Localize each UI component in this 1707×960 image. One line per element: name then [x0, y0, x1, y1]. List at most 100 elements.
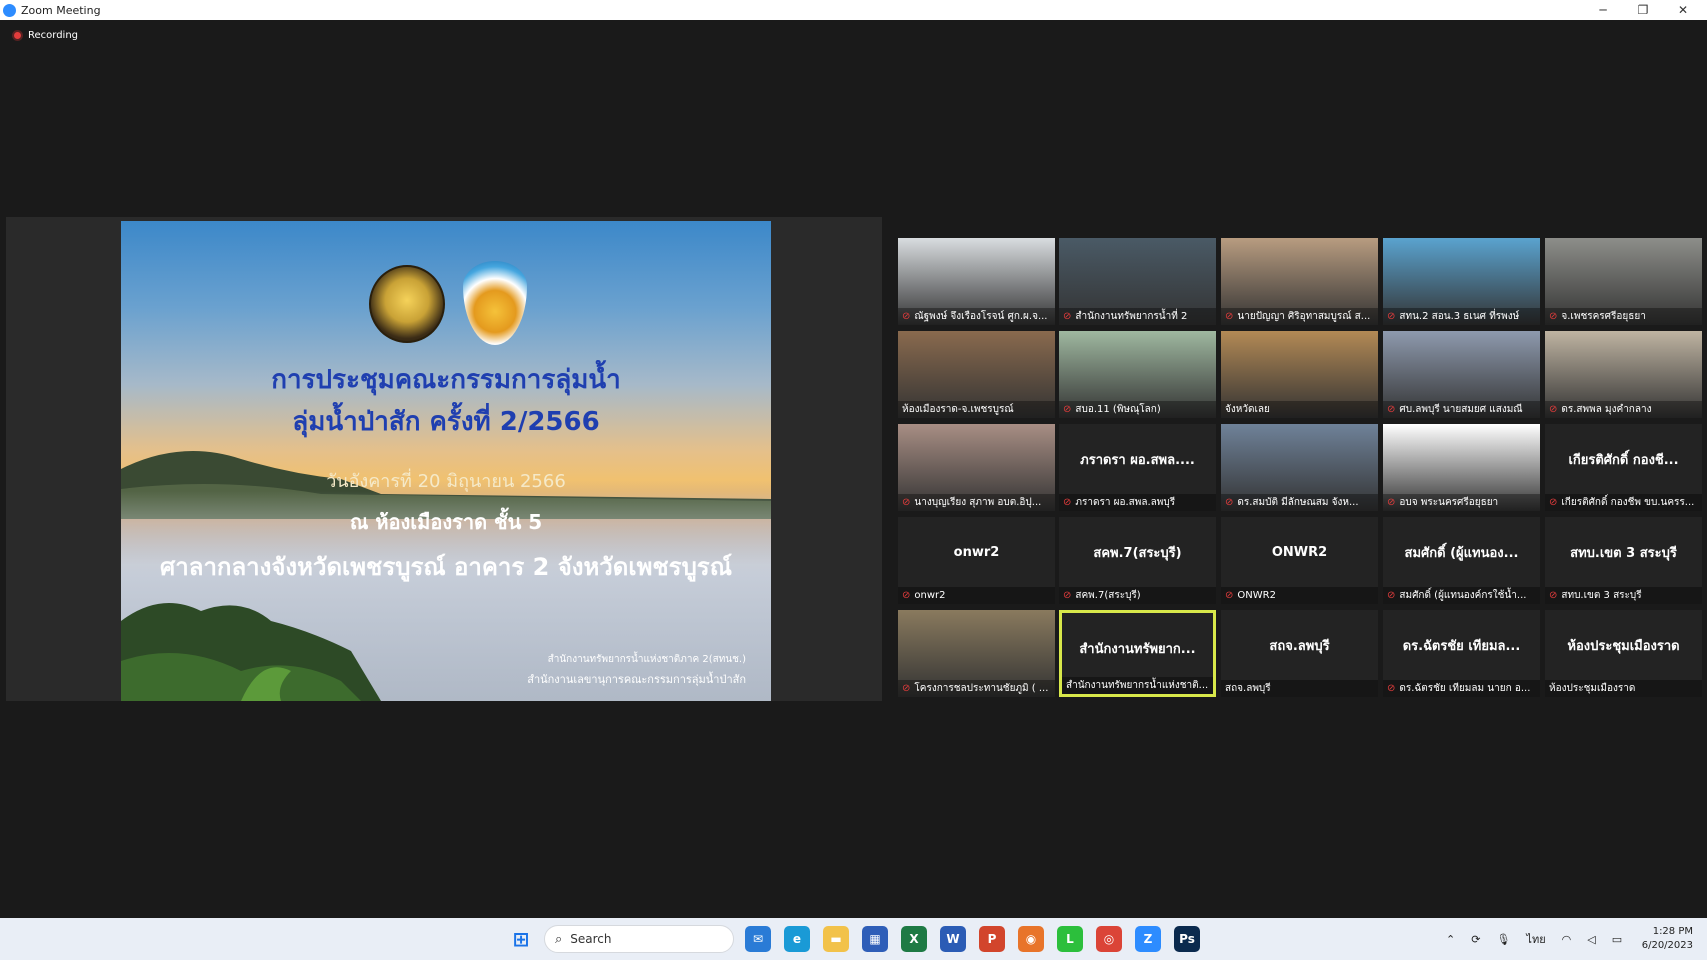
participant-name: สบอ.11 (พิษณุโลก): [1075, 404, 1161, 415]
participant-tile[interactable]: สคพ.7(สระบุรี) ⊘ สคพ.7(สระบุรี): [1059, 517, 1216, 604]
participant-tile[interactable]: ภราดรา ผอ.สพล.... ⊘ ภราดรา ผอ.สพล.ลพบุรี: [1059, 424, 1216, 511]
participant-name-label: ⊘ นางบุญเรียง สุภาพ อบต.อิปุ...: [898, 494, 1055, 511]
participant-tile[interactable]: ⊘ จ.เพชรครศรีอยุธยา: [1545, 238, 1702, 325]
muted-mic-icon: ⊘: [1387, 590, 1396, 601]
participant-name: จังหวัดเลย: [1225, 404, 1270, 415]
recording-indicator[interactable]: Recording: [12, 30, 78, 41]
firefox-icon[interactable]: ◉: [1018, 926, 1044, 952]
windows-start-icon[interactable]: ⊞: [508, 926, 534, 952]
muted-mic-icon: ⊘: [902, 590, 911, 601]
participant-tile[interactable]: เกียรติศักดิ์ กองชี... ⊘ เกียรติศักดิ์ กอง…: [1545, 424, 1702, 511]
participant-name-label: ห้องประชุมเมืองราด: [1545, 680, 1702, 697]
participant-tile[interactable]: ⊘ ศบ.ลพบุรี นายสมยศ แสงมณี: [1383, 331, 1540, 418]
muted-mic-icon: ⊘: [902, 311, 911, 322]
participant-name-label: ⊘ ศบ.ลพบุรี นายสมยศ แสงมณี: [1383, 401, 1540, 418]
participant-tile[interactable]: ⊘ สำนักงานทรัพยากรน้ำที่ 2: [1059, 238, 1216, 325]
folder-icon[interactable]: ▬: [823, 926, 849, 952]
participant-tile[interactable]: ⊘ ณัฐพงษ์ จึงเรืองโรจน์ ศูก.ผ.จ...: [898, 238, 1055, 325]
participant-name-label: จังหวัดเลย: [1221, 401, 1378, 418]
slide-title-line1: การประชุมคณะกรรมการลุ่มน้ำ: [271, 365, 621, 395]
participant-tile[interactable]: สถจ.ลพบุรี สถจ.ลพบุรี: [1221, 610, 1378, 697]
title-bar: Zoom Meeting ─ ❐ ✕: [0, 0, 1707, 20]
mail-icon[interactable]: ✉: [745, 926, 771, 952]
slide-footer-secretariat: สำนักงานเลขานุการคณะกรรมการลุ่มน้ำป่าสัก: [527, 673, 746, 686]
participant-tile[interactable]: จังหวัดเลย: [1221, 331, 1378, 418]
line-icon[interactable]: L: [1057, 926, 1083, 952]
taskbar-search[interactable]: ⌕ Search: [544, 925, 734, 953]
participant-tile[interactable]: ⊘ นายปัญญา ศิริอุทาสมบูรณ์ ส...: [1221, 238, 1378, 325]
muted-mic-icon: ⊘: [1225, 590, 1234, 601]
record-icon: [12, 30, 23, 41]
store-icon[interactable]: ▦: [862, 926, 888, 952]
participant-name-label: ⊘ สมศักดิ์ (ผู้แทนองค์กรใช้น้ำ...: [1383, 587, 1540, 604]
presentation-slide: การประชุมคณะกรรมการลุ่มน้ำ ลุ่มน้ำป่าสัก…: [121, 221, 771, 701]
participant-name: สำนักงานทรัพยากรน้ำแห่งชาติ...: [1066, 680, 1209, 691]
participant-name: โครงการชลประทานชัยภูมิ ( ...: [914, 683, 1049, 694]
minimize-button[interactable]: ─: [1583, 0, 1623, 20]
participant-name-label: ⊘ สบอ.11 (พิษณุโลก): [1059, 401, 1216, 418]
system-clock[interactable]: 1:28 PM 6/20/2023: [1642, 925, 1693, 953]
microphone-icon[interactable]: 🎙: [1496, 933, 1510, 946]
participant-tile[interactable]: ⊘ สบอ.11 (พิษณุโลก): [1059, 331, 1216, 418]
search-placeholder: Search: [570, 932, 612, 946]
participant-tile[interactable]: ห้องเมืองราด-จ.เพชรบูรณ์: [898, 331, 1055, 418]
participant-name: สทน.2 สอน.3 ธเนศ ที่รพงษ์: [1399, 311, 1520, 322]
participant-tile[interactable]: สทบ.เขต 3 สระบุรี ⊘ สทบ.เขต 3 สระบุรี: [1545, 517, 1702, 604]
chrome-icon[interactable]: ◎: [1096, 926, 1122, 952]
participant-tile[interactable]: ห้องประชุมเมืองราด ห้องประชุมเมืองราด: [1545, 610, 1702, 697]
participant-name-label: ⊘ ดร.ฉัตรชัย เทียมลม นายก อ...: [1383, 680, 1540, 697]
participant-name-label: สถจ.ลพบุรี: [1221, 680, 1378, 697]
language-indicator[interactable]: ไทย: [1526, 930, 1545, 948]
wifi-icon[interactable]: ◠: [1562, 933, 1572, 946]
muted-mic-icon: ⊘: [1063, 590, 1072, 601]
participant-name-label: ⊘ เกียรติศักดิ์ กองชีพ ขบ.นครร...: [1545, 494, 1702, 511]
participant-display-name: ห้องประชุมเมืองราด: [1567, 638, 1680, 654]
battery-icon[interactable]: ▭: [1612, 933, 1622, 946]
maximize-button[interactable]: ❐: [1623, 0, 1663, 20]
participant-name: onwr2: [914, 590, 946, 601]
participant-name-label: ⊘ สทบ.เขต 3 สระบุรี: [1545, 587, 1702, 604]
system-tray: ⌃ ⟳ 🎙 ไทย ◠ ◁ ▭: [1446, 918, 1622, 960]
zoom-icon[interactable]: Z: [1135, 926, 1161, 952]
participant-name-label: สำนักงานทรัพยากรน้ำแห่งชาติ...: [1062, 677, 1213, 694]
excel-icon[interactable]: X: [901, 926, 927, 952]
participant-tile[interactable]: สมศักดิ์ (ผู้แทนอง... ⊘ สมศักดิ์ (ผู้แทนอง…: [1383, 517, 1540, 604]
participant-name: นางบุญเรียง สุภาพ อบต.อิปุ...: [914, 497, 1042, 508]
participant-tile[interactable]: ONWR2 ⊘ ONWR2: [1221, 517, 1378, 604]
participant-display-name: สคพ.7(สระบุรี): [1093, 545, 1182, 561]
shared-screen[interactable]: การประชุมคณะกรรมการลุ่มน้ำ ลุ่มน้ำป่าสัก…: [6, 217, 882, 701]
participant-name-label: ⊘ ภราดรา ผอ.สพล.ลพบุรี: [1059, 494, 1216, 511]
close-button[interactable]: ✕: [1663, 0, 1703, 20]
muted-mic-icon: ⊘: [1549, 590, 1558, 601]
photoshop-icon[interactable]: Ps: [1174, 926, 1200, 952]
participant-tile[interactable]: onwr2 ⊘ onwr2: [898, 517, 1055, 604]
participant-tile[interactable]: ⊘ สทน.2 สอน.3 ธเนศ ที่รพงษ์: [1383, 238, 1540, 325]
participant-name-label: ⊘ ดร.สมบัติ มีลักษณสม จังห...: [1221, 494, 1378, 511]
participant-name-label: ⊘ สคพ.7(สระบุรี): [1059, 587, 1216, 604]
participant-name: อบจ พระนครศรีอยุธยา: [1399, 497, 1499, 508]
participant-tile[interactable]: ดร.ฉัตรชัย เทียมล... ⊘ ดร.ฉัตรชัย เทียมลม …: [1383, 610, 1540, 697]
slide-location: ศาลากลางจังหวัดเพชรบูรณ์ อาคาร 2 จังหวัด…: [160, 553, 732, 581]
sync-icon[interactable]: ⟳: [1471, 933, 1480, 946]
participant-display-name: เกียรติศักดิ์ กองชี...: [1568, 452, 1679, 468]
chevron-up-icon[interactable]: ⌃: [1446, 933, 1455, 946]
participant-name-label: ⊘ ดร.สพพล มุงคำกลาง: [1545, 401, 1702, 418]
muted-mic-icon: ⊘: [1063, 497, 1072, 508]
muted-mic-icon: ⊘: [902, 683, 911, 694]
participant-name: ศบ.ลพบุรี นายสมยศ แสงมณี: [1399, 404, 1523, 415]
participant-tile[interactable]: ⊘ นางบุญเรียง สุภาพ อบต.อิปุ...: [898, 424, 1055, 511]
participant-tile[interactable]: ⊘ ดร.สมบัติ มีลักษณสม จังห...: [1221, 424, 1378, 511]
participant-tile[interactable]: ⊘ โครงการชลประทานชัยภูมิ ( ...: [898, 610, 1055, 697]
participant-tile[interactable]: ⊘ ดร.สพพล มุงคำกลาง: [1545, 331, 1702, 418]
participant-name-label: ⊘ จ.เพชรครศรีอยุธยา: [1545, 308, 1702, 325]
participant-tile[interactable]: สำนักงานทรัพยาก... สำนักงานทรัพยากรน้ำแห่…: [1059, 610, 1216, 697]
powerpoint-icon[interactable]: P: [979, 926, 1005, 952]
participant-tile[interactable]: ⊘ อบจ พระนครศรีอยุธยา: [1383, 424, 1540, 511]
word-icon[interactable]: W: [940, 926, 966, 952]
participant-name: นายปัญญา ศิริอุทาสมบูรณ์ ส...: [1237, 311, 1371, 322]
volume-icon[interactable]: ◁: [1587, 933, 1595, 946]
participant-display-name: ภราดรา ผอ.สพล....: [1080, 452, 1195, 468]
participant-display-name: ดร.ฉัตรชัย เทียมล...: [1402, 638, 1521, 654]
muted-mic-icon: ⊘: [1225, 311, 1234, 322]
edge-icon[interactable]: e: [784, 926, 810, 952]
